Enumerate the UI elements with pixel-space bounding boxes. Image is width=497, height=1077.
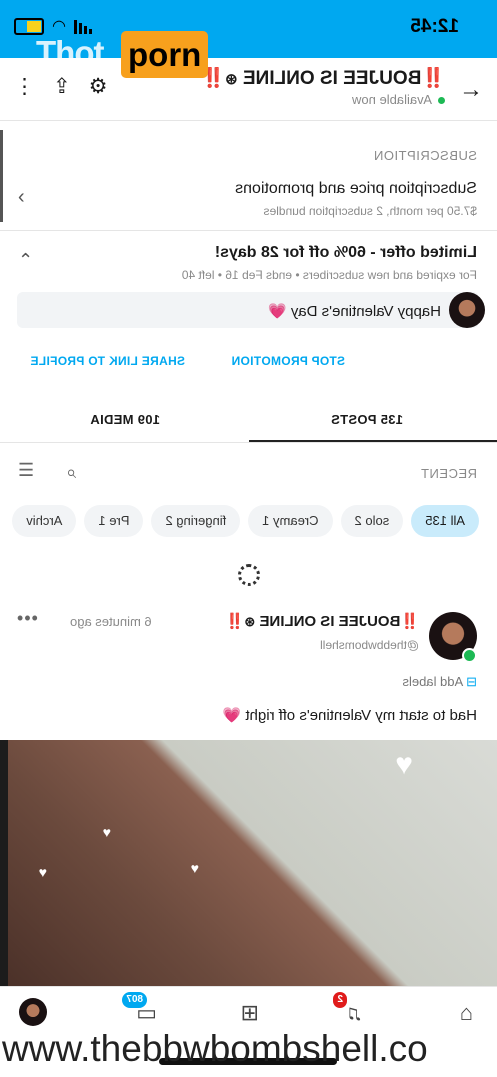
bell-icon[interactable]: ♫ xyxy=(347,1000,364,1026)
chevron-up-icon[interactable]: ⌃ xyxy=(18,250,33,271)
chip-pre[interactable]: Pre 1 xyxy=(84,505,144,537)
chip-fingering[interactable]: fingering 2 xyxy=(151,505,241,537)
post-author-handle: @thebbwbomshell xyxy=(320,638,419,652)
name-bang-2: ‼️ xyxy=(225,613,245,630)
stop-promotion-button[interactable]: STOP PROMOTION xyxy=(231,354,345,368)
profile-title: ‼️BOUJEE IS ONLINE ⊛‼️ xyxy=(201,66,445,90)
header-actions: ⚙ ⇪ ⋮ xyxy=(14,74,107,99)
availability-text: Available now xyxy=(352,92,432,107)
watermark-url-text: www.thebbwbombshell.co xyxy=(2,1028,428,1068)
watermark-url: www.thebbwbombshell.co xyxy=(0,1028,497,1068)
chip-creamy[interactable]: Creamy 1 xyxy=(248,505,333,537)
signal-icon xyxy=(73,19,92,34)
home-icon[interactable]: ⌂ xyxy=(460,1000,473,1026)
status-icons: ◠ xyxy=(14,18,92,35)
more-vertical-icon[interactable]: ⋮ xyxy=(14,74,35,99)
heart-overlay-icon: ♥ xyxy=(38,864,47,880)
more-horizontal-icon[interactable]: ••• xyxy=(16,608,38,629)
title-text: BOUJEE IS ONLINE xyxy=(242,68,422,89)
subscription-detail: $7.50 per month, 2 subscription bundles xyxy=(263,204,477,218)
offer-title: Limited offer - 60% off for 28 days! xyxy=(214,244,477,261)
gear-icon[interactable]: ⚙ xyxy=(89,74,108,99)
name-bang: ‼️ xyxy=(400,613,419,630)
share-link-button[interactable]: SHARE LINK TO PROFILE xyxy=(30,354,185,368)
divider xyxy=(0,230,497,231)
post-media-image[interactable]: ♥ ♥ ♥ ♥ xyxy=(0,740,497,986)
tab-media[interactable]: 109 MEDIA xyxy=(90,412,160,427)
tabs xyxy=(0,398,497,443)
watermark-brand: Thot xyxy=(36,34,104,71)
battery-icon xyxy=(14,18,44,35)
wifi-icon: ◠ xyxy=(52,17,66,35)
subscription-section-label: SUBSCRIPTION xyxy=(373,148,477,163)
filter-icon[interactable]: ☰ xyxy=(18,460,34,481)
status-time: 12:45 xyxy=(410,16,459,37)
search-icon[interactable]: ⌕ xyxy=(66,462,76,483)
verified-icon: ⊛ xyxy=(225,71,238,88)
arrow-back-icon[interactable]: ← xyxy=(459,76,483,104)
heart-overlay-icon: ♥ xyxy=(395,748,413,781)
chip-archive[interactable]: Archiv xyxy=(12,505,77,537)
chip-solo[interactable]: solo 2 xyxy=(340,505,404,537)
online-dot-icon xyxy=(438,97,445,104)
notifications-badge: 2 xyxy=(333,992,347,1008)
heart-overlay-icon: ♥ xyxy=(102,824,111,840)
label-icon: ⊟ xyxy=(466,674,477,689)
subscription-title[interactable]: Subscription price and promotions xyxy=(235,180,477,198)
messages-badge: 807 xyxy=(122,992,147,1008)
profile-avatar[interactable] xyxy=(19,998,47,1026)
media-edge xyxy=(0,740,8,986)
avatar xyxy=(449,292,485,328)
share-icon[interactable]: ⇪ xyxy=(53,74,71,99)
offer-detail: For expired and new subscribers • ends F… xyxy=(181,268,477,282)
chip-all[interactable]: All 135 xyxy=(411,505,479,537)
add-post-icon[interactable]: ⊞ xyxy=(241,1000,259,1026)
post-author-name[interactable]: ‼️BOUJEE IS ONLINE ⊛‼️ xyxy=(226,612,419,630)
heart-icon: 💗 xyxy=(222,707,242,724)
verified-icon: ⊛ xyxy=(244,614,256,629)
title-bang: ‼️ xyxy=(421,68,445,89)
tab-posts[interactable]: 135 POSTS xyxy=(331,412,403,427)
offer-message: Happy Valentine's Day 💗 xyxy=(268,302,441,320)
post-timestamp: 6 minutes ago xyxy=(70,614,152,629)
post-author-text: BOUJEE IS ONLINE xyxy=(259,613,401,630)
active-tab-indicator xyxy=(249,440,497,442)
chevron-right-icon[interactable]: › xyxy=(18,186,25,209)
heart-overlay-icon: ♥ xyxy=(190,860,199,876)
add-labels-button[interactable]: ⊟ Add labels xyxy=(402,674,477,690)
availability-status: Available now xyxy=(352,92,445,107)
loading-spinner-icon xyxy=(238,564,260,586)
label-chips: All 135 solo 2 Creamy 1 fingering 2 Pre … xyxy=(12,505,479,537)
watermark-badge: porn xyxy=(121,31,209,78)
sort-label[interactable]: RECENT xyxy=(421,466,477,481)
heart-icon: 💗 xyxy=(267,303,287,320)
post-caption-text: Had to start my Valentine's off right xyxy=(245,707,477,724)
post-caption: Had to start my Valentine's off right 💗 xyxy=(223,706,477,724)
offer-message-text: Happy Valentine's Day xyxy=(290,303,441,320)
scroll-indicator xyxy=(0,130,3,222)
online-dot-icon xyxy=(462,648,477,663)
add-labels-text: Add labels xyxy=(402,674,464,689)
mirrored-app-screen: 12:45 ◠ ← ‼️BOUJEE IS ONLINE ⊛‼️ Availab… xyxy=(0,0,497,1077)
